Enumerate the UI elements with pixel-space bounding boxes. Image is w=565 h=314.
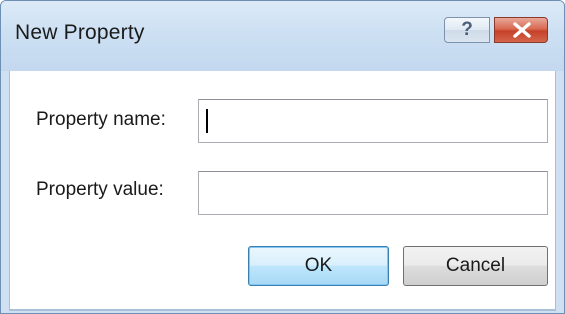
property-value-label: Property value: (36, 179, 164, 200)
title-bar[interactable]: New Property ? (1, 1, 564, 71)
dialog-title: New Property (15, 21, 145, 44)
close-x-icon (513, 22, 531, 38)
help-button[interactable]: ? (444, 17, 490, 43)
ok-button[interactable]: OK (248, 246, 389, 286)
text-caret (206, 109, 208, 133)
window-bottom-border (9, 309, 556, 311)
close-button[interactable] (494, 17, 548, 43)
property-name-label: Property name: (36, 109, 166, 130)
cancel-button[interactable]: Cancel (403, 246, 548, 286)
property-value-input[interactable] (198, 171, 548, 215)
dialog-body: Property name: Property value: OK Cancel (9, 71, 556, 311)
new-property-dialog: New Property ? Property name: Property v… (0, 0, 565, 314)
property-name-input[interactable] (198, 99, 548, 143)
question-mark-icon: ? (461, 19, 473, 40)
